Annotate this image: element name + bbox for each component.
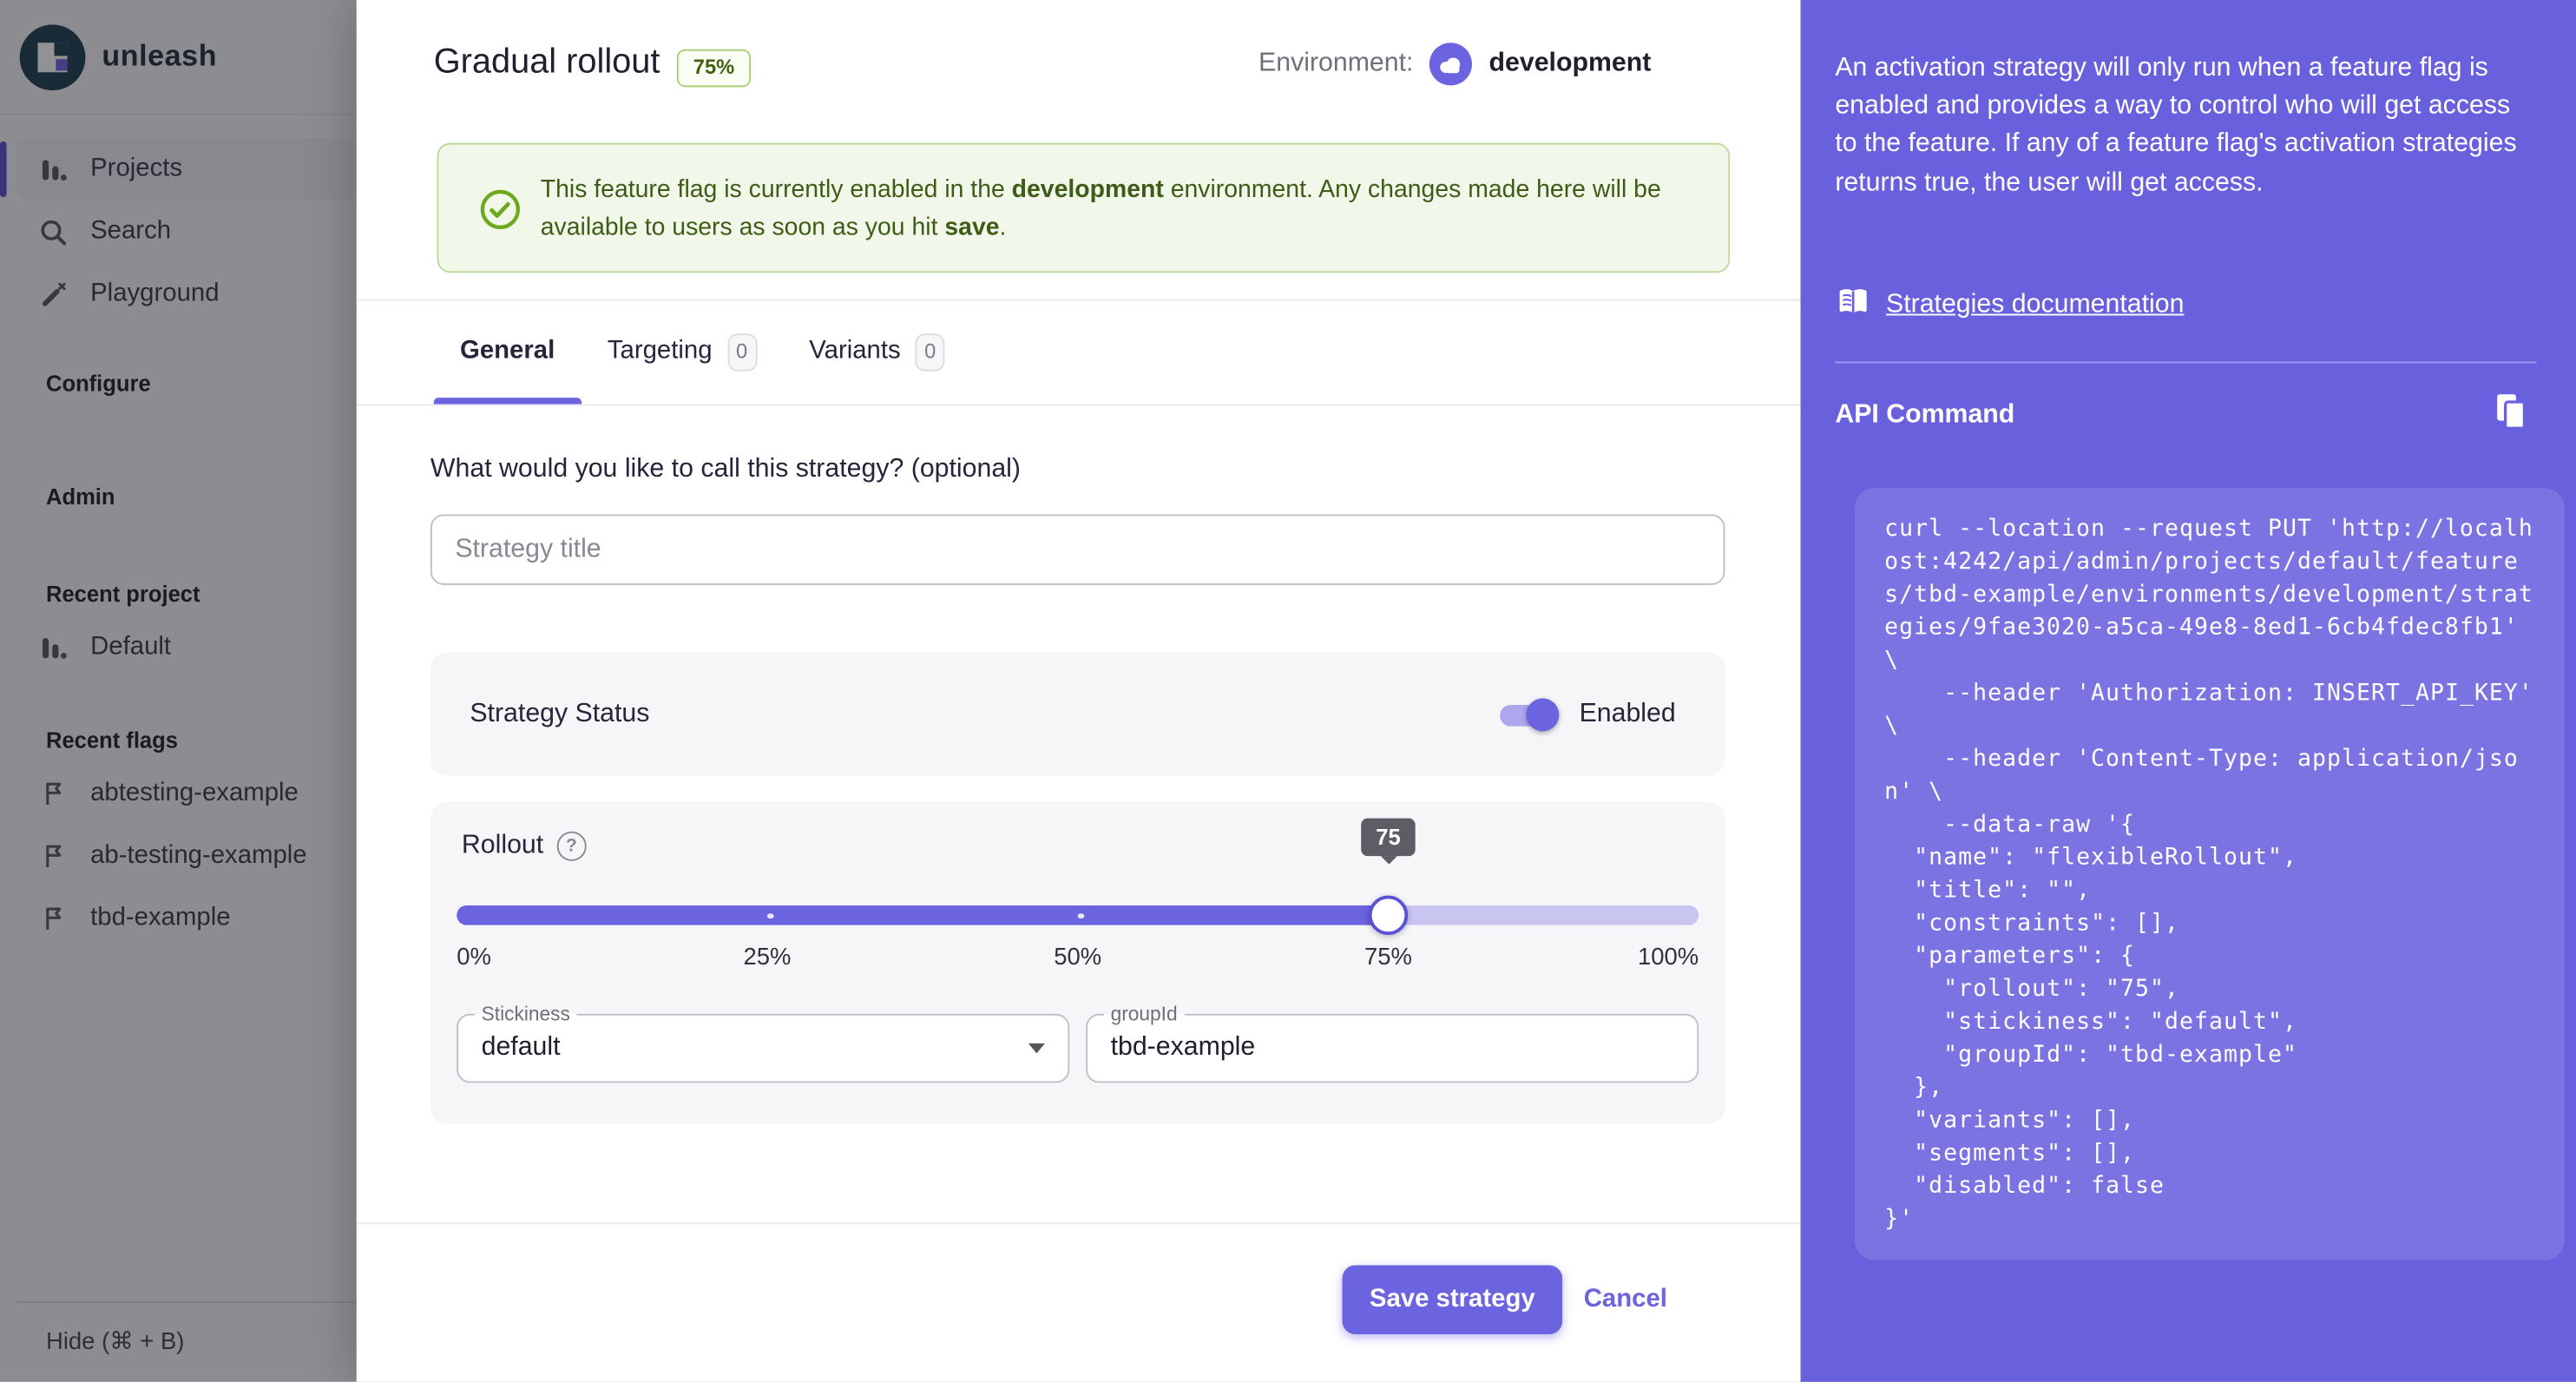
stickiness-value: default bbox=[482, 1034, 561, 1063]
slider-thumb[interactable] bbox=[1369, 896, 1408, 935]
slider-mark-50 bbox=[1078, 912, 1084, 918]
tabs-divider bbox=[357, 405, 1801, 406]
panel-divider bbox=[1835, 361, 2536, 363]
tab-bar: General Targeting 0 Variants 0 bbox=[434, 299, 971, 405]
modal-title: Gradual rollout bbox=[434, 43, 660, 82]
tick-25: 25% bbox=[743, 944, 791, 971]
help-icon[interactable]: ? bbox=[556, 832, 586, 861]
rollout-label: Rollout bbox=[462, 832, 543, 861]
groupid-input[interactable]: groupId tbd-example bbox=[1086, 1014, 1699, 1083]
rollout-slider[interactable]: 75 bbox=[457, 894, 1699, 937]
tick-100: 100% bbox=[1638, 944, 1699, 971]
tab-variants[interactable]: Variants 0 bbox=[783, 299, 971, 405]
environment-value: development bbox=[1489, 49, 1652, 79]
slider-mark-25 bbox=[767, 912, 773, 918]
footer-divider bbox=[357, 1222, 1801, 1224]
active-tab-underline bbox=[434, 398, 582, 405]
api-command-text: curl --location --request PUT 'http://lo… bbox=[1884, 513, 2535, 1236]
tab-general[interactable]: General bbox=[434, 299, 582, 405]
strategy-description: An activation strategy will only run whe… bbox=[1835, 49, 2532, 202]
save-strategy-button[interactable]: Save strategy bbox=[1342, 1266, 1562, 1335]
tab-targeting[interactable]: Targeting 0 bbox=[582, 299, 783, 405]
slider-ticks: 0% 25% 50% 75% 100% bbox=[457, 944, 1699, 974]
tick-75: 75% bbox=[1364, 944, 1412, 971]
tick-50: 50% bbox=[1054, 944, 1101, 971]
alert-text: This feature flag is currently enabled i… bbox=[541, 171, 1699, 247]
chevron-down-icon bbox=[1028, 1043, 1045, 1053]
tick-0: 0% bbox=[457, 944, 491, 971]
enabled-info-alert: This feature flag is currently enabled i… bbox=[437, 143, 1731, 273]
strategy-help-panel: An activation strategy will only run whe… bbox=[1801, 0, 2576, 1382]
check-circle-icon bbox=[478, 188, 522, 240]
cancel-button[interactable]: Cancel bbox=[1584, 1266, 1667, 1335]
copy-icon[interactable] bbox=[2494, 392, 2528, 441]
app-window: unleash Projects Search Playground bbox=[0, 0, 2576, 1382]
strategy-title-input[interactable] bbox=[430, 514, 1725, 584]
groupid-label: groupId bbox=[1104, 1003, 1184, 1026]
book-icon bbox=[1835, 286, 1871, 325]
api-command-title: API Command bbox=[1835, 401, 2014, 431]
strategy-status-label: Strategy Status bbox=[470, 699, 649, 728]
strategy-title-question: What would you like to call this strateg… bbox=[430, 455, 1021, 484]
targeting-count-badge: 0 bbox=[727, 332, 757, 371]
strategy-status-panel: Strategy Status Enabled bbox=[430, 652, 1725, 775]
status-state-label: Enabled bbox=[1580, 699, 1676, 728]
stickiness-select[interactable]: Stickiness default bbox=[457, 1014, 1069, 1083]
cloud-icon bbox=[1429, 43, 1472, 85]
strategy-modal: Gradual rollout 75% Environment: develop… bbox=[357, 0, 1801, 1382]
environment-label: Environment: bbox=[1258, 49, 1413, 79]
slider-value-tooltip: 75 bbox=[1361, 819, 1416, 857]
strategies-documentation-link[interactable]: Strategies documentation bbox=[1886, 291, 2184, 320]
slider-fill bbox=[457, 905, 1388, 925]
groupid-value: tbd-example bbox=[1111, 1034, 1256, 1063]
status-toggle[interactable] bbox=[1497, 696, 1560, 733]
rollout-panel: Rollout ? 75 0% 25% 50% 75% 100% Stick bbox=[430, 802, 1725, 1124]
stickiness-label: Stickiness bbox=[475, 1003, 576, 1026]
api-command-block: curl --location --request PUT 'http://lo… bbox=[1855, 488, 2565, 1260]
variants-count-badge: 0 bbox=[916, 332, 945, 371]
rollout-percentage-badge: 75% bbox=[677, 49, 751, 88]
